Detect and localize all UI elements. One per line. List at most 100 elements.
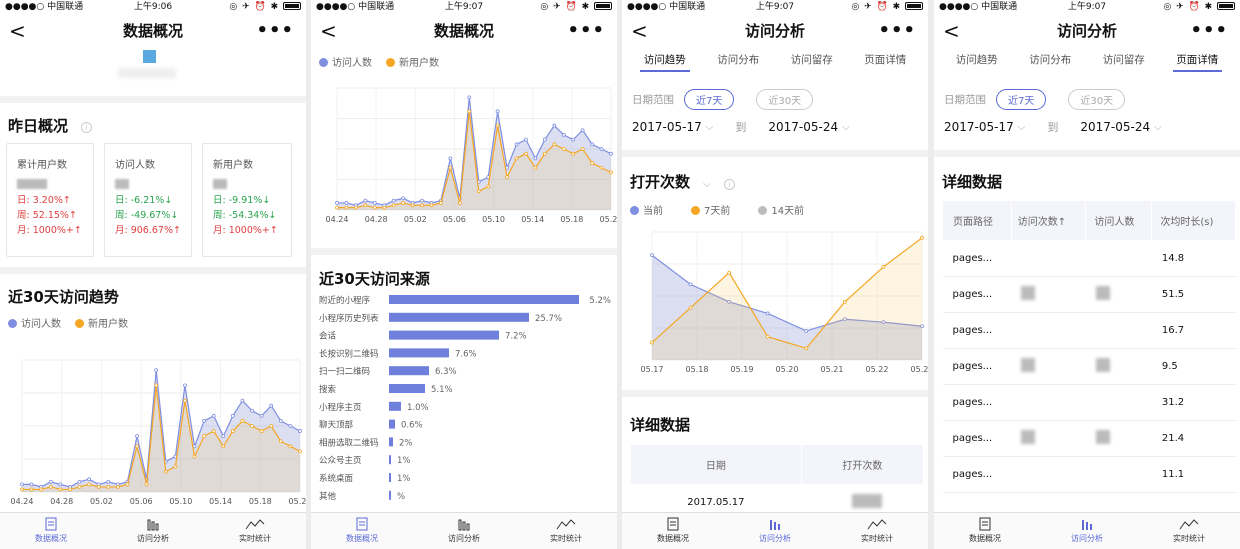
more-icon[interactable]: ••• (256, 14, 294, 48)
nav-bar: < 数据概况 ••• (311, 14, 617, 48)
data-point (344, 201, 349, 205)
data-point (29, 487, 34, 492)
table-row[interactable]: pages... 31.2 (942, 384, 1236, 421)
date-range: 日期范围 近7天 近30天 (934, 86, 1240, 112)
back-icon[interactable]: < (943, 14, 960, 48)
data-point (448, 165, 453, 170)
bar-value-label: 5.1% (431, 385, 453, 395)
date-to[interactable]: 2017-05-24 (1080, 120, 1150, 134)
table-row[interactable]: pages... 11.1 (942, 456, 1236, 493)
data-point (250, 424, 254, 428)
data-point (240, 398, 245, 403)
subtab-distribution[interactable]: 访问分布 (1014, 48, 1088, 74)
tab-overview[interactable]: 数据概况 (311, 513, 413, 549)
date-from[interactable]: 2017-05-17 (632, 120, 702, 134)
bar (389, 384, 425, 393)
card-visitors[interactable]: 访问人数 日: -6.21%↓ 周: -49.67%↓ 月: 906.67%↑ (104, 143, 192, 257)
x-tick-label: 05.19 (731, 365, 754, 374)
data-point (401, 196, 406, 201)
data-point (495, 109, 500, 114)
tab-overview[interactable]: 数据概况 (622, 513, 724, 549)
data-point (391, 203, 396, 208)
data-point (420, 203, 424, 208)
subtab-retention[interactable]: 访问留存 (775, 48, 849, 74)
status-bar: ●●●●○ 中国联通 上午9:06 ◎ ✈ ⏰ ✱ (0, 0, 306, 14)
data-point (87, 482, 92, 487)
data-point (288, 444, 293, 449)
legend-item[interactable]: 访问人数 (319, 54, 372, 69)
table-row[interactable]: pages... 16.7 (942, 312, 1236, 349)
info-icon[interactable]: i (723, 179, 735, 190)
tab-realtime[interactable]: 实时统计 (204, 513, 306, 549)
summary-cards: 累计用户数 日: 3.20%↑ 周: 52.15%↑ 月: 1000%+↑ 访问… (0, 141, 306, 259)
data-point (298, 429, 302, 433)
subtab-distribution[interactable]: 访问分布 (702, 48, 776, 74)
back-icon[interactable]: < (631, 14, 648, 48)
back-icon[interactable]: < (9, 14, 26, 48)
tab-analysis[interactable]: 访问分析 (724, 513, 826, 549)
subtab-retention[interactable]: 访问留存 (1087, 48, 1161, 74)
table-row[interactable]: pages... 51.5 (942, 276, 1236, 313)
pill-30days[interactable]: 近30天 (756, 88, 814, 110)
data-point (29, 482, 34, 487)
pill-7days[interactable]: 近7天 (996, 88, 1047, 110)
subtab-trend[interactable]: 访问趋势 (628, 48, 702, 74)
data-point (269, 403, 274, 408)
table-row[interactable]: pages... 14.8 (942, 240, 1236, 277)
data-point (87, 477, 92, 482)
card-total-users[interactable]: 累计用户数 日: 3.20%↑ 周: 52.15%↑ 月: 1000%+↑ (6, 143, 94, 257)
chevron-down-icon: ⌵ (1017, 121, 1026, 133)
sub-tabs: 访问趋势 访问分布 访问留存 页面详情 (622, 48, 928, 74)
data-point (58, 487, 63, 492)
open-count-header[interactable]: 打开次数 ⌵ i (622, 171, 928, 192)
tab-analysis[interactable]: 访问分析 (102, 513, 204, 549)
more-icon[interactable]: ••• (878, 14, 916, 48)
x-tick-label: 05.22 (289, 497, 306, 506)
back-icon[interactable]: < (320, 14, 337, 48)
legend-item[interactable]: 访问人数 (8, 315, 61, 330)
date-to[interactable]: 2017-05-24 (768, 120, 838, 134)
info-icon[interactable]: i (81, 122, 93, 133)
list-icon (979, 517, 991, 531)
data-point (467, 95, 472, 100)
data-point (163, 469, 168, 474)
data-point (39, 487, 44, 492)
legend-item[interactable]: 7天前 (691, 202, 730, 217)
legend-item[interactable]: 新用户数 (386, 54, 439, 69)
card-new-users[interactable]: 新用户数 日: -9.91%↓ 周: -54.34%↓ 月: 1000%+↑ (202, 143, 292, 257)
data-point (505, 175, 509, 180)
tab-overview[interactable]: 数据概况 (0, 513, 102, 549)
battery-icon (905, 2, 923, 10)
bars-icon (1082, 520, 1092, 530)
legend-item[interactable]: 新用户数 (75, 315, 128, 330)
bar-category-label: 小程序主页 (319, 402, 362, 413)
tab-realtime[interactable]: 实时统计 (515, 513, 617, 549)
tab-analysis[interactable]: 访问分析 (1036, 513, 1138, 549)
bars-icon (770, 520, 780, 530)
data-point (353, 205, 358, 210)
tab-bar: 数据概况 访问分析 实时统计 (934, 512, 1240, 549)
subtab-page-detail[interactable]: 页面详情 (849, 48, 923, 74)
tab-analysis[interactable]: 访问分析 (413, 513, 515, 549)
data-point (688, 305, 693, 310)
legend-item[interactable]: 当前 (630, 202, 663, 217)
table-row[interactable]: pages... 21.4 (942, 420, 1236, 457)
table-row[interactable]: pages... 9.5 (942, 348, 1236, 385)
tab-realtime[interactable]: 实时统计 (1138, 513, 1240, 549)
data-point (372, 201, 377, 205)
x-tick-label: 05.06 (443, 215, 466, 224)
more-icon[interactable]: ••• (1190, 14, 1228, 48)
legend-item[interactable]: 14天前 (758, 202, 804, 217)
data-point (269, 424, 274, 428)
pill-30days[interactable]: 近30天 (1068, 88, 1126, 110)
tab-realtime[interactable]: 实时统计 (826, 513, 928, 549)
more-icon[interactable]: ••• (567, 14, 605, 48)
screen-page-detail: ●●●●○ 中国联通 上午9:07 ◎ ✈ ⏰ ✱ < 访问分析 ••• 访问趋… (934, 0, 1240, 549)
date-from[interactable]: 2017-05-17 (944, 120, 1014, 134)
pill-7days[interactable]: 近7天 (684, 88, 735, 110)
subtab-page-detail[interactable]: 页面详情 (1161, 48, 1235, 74)
subtab-trend[interactable]: 访问趋势 (940, 48, 1014, 74)
tab-overview[interactable]: 数据概况 (934, 513, 1036, 549)
bar-category-label: 会话 (319, 331, 337, 342)
source-header: 近30天访问来源 (319, 270, 430, 288)
